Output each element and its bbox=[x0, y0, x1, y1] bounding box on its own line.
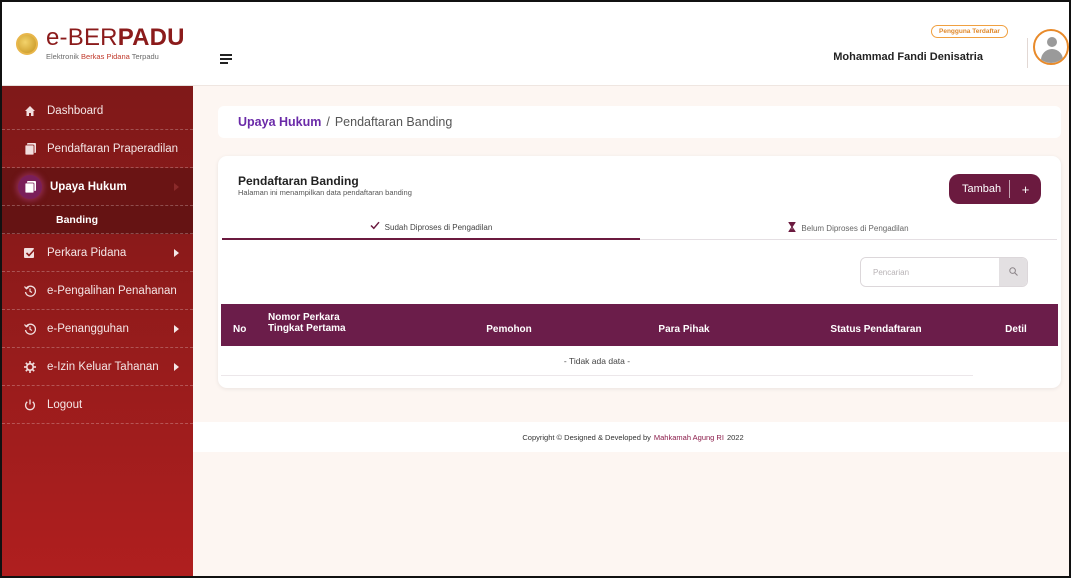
brand-subtitle-part1: Elektronik bbox=[46, 52, 82, 61]
chevron-right-icon bbox=[174, 362, 179, 371]
sidebar-menu: Dashboard Pendaftaran Praperadilan Upaya… bbox=[2, 92, 193, 424]
column-header-no: No bbox=[233, 323, 247, 335]
footer-copyright: Copyright © Designed & Developed by bbox=[522, 432, 651, 442]
power-icon bbox=[24, 399, 36, 411]
sidebar-item-label: e-Pengalihan Penahanan bbox=[47, 284, 177, 297]
breadcrumb-separator: / bbox=[326, 115, 330, 129]
document-icon bbox=[18, 174, 42, 199]
page-title: Pendaftaran Banding bbox=[238, 174, 359, 188]
check-icon bbox=[370, 221, 380, 233]
tab-label: Belum Diproses di Pengadilan bbox=[801, 223, 909, 233]
footer-year: 2022 bbox=[726, 432, 744, 442]
sidebar-item-pendaftaran-praperadilan[interactable]: Pendaftaran Praperadilan bbox=[2, 130, 193, 168]
hourglass-icon bbox=[788, 221, 796, 235]
registration-card: Pendaftaran Banding Halaman ini menampil… bbox=[218, 156, 1061, 388]
sidebar-item-label: Upaya Hukum bbox=[50, 180, 127, 193]
tab-sudah-diproses[interactable]: Sudah Diproses di Pengadilan bbox=[222, 216, 640, 240]
avatar[interactable] bbox=[1033, 29, 1069, 65]
table-header: No Nomor Perkara Tingkat Pertama Pemohon… bbox=[221, 304, 1058, 346]
avatar-body bbox=[1041, 49, 1063, 63]
column-header-status: Status Pendaftaran bbox=[830, 323, 922, 335]
sidebar-item-perkara-pidana[interactable]: Perkara Pidana bbox=[2, 234, 193, 272]
column-header-nomor-line1: Nomor Perkara bbox=[268, 312, 340, 323]
hamburger-menu-icon[interactable] bbox=[220, 54, 232, 64]
chevron-right-icon bbox=[174, 324, 179, 333]
breadcrumb-parent-link[interactable]: Upaya Hukum bbox=[238, 115, 321, 129]
sidebar-item-label: Dashboard bbox=[47, 104, 104, 117]
sidebar-item-e-izin-keluar-tahanan[interactable]: e-Izin Keluar Tahanan bbox=[2, 348, 193, 386]
sidebar-item-upaya-hukum[interactable]: Upaya Hukum bbox=[2, 168, 193, 206]
user-role-badge: Pengguna Terdaftar bbox=[931, 25, 1008, 38]
page-subtitle: Halaman ini menampilkan data pendaftaran… bbox=[238, 188, 412, 197]
home-icon bbox=[24, 105, 36, 117]
avatar-head bbox=[1047, 37, 1057, 47]
brand-title: e-BERPADU bbox=[46, 26, 185, 50]
tab-belum-diproses[interactable]: Belum Diproses di Pengadilan bbox=[640, 216, 1057, 240]
column-header-detil: Detil bbox=[1005, 323, 1027, 335]
tab-label: Sudah Diproses di Pengadilan bbox=[384, 222, 493, 232]
sidebar-subitem-banding[interactable]: Banding bbox=[2, 206, 193, 234]
chevron-right-icon bbox=[174, 182, 179, 191]
sidebar-item-dashboard[interactable]: Dashboard bbox=[2, 92, 193, 130]
sidebar-item-label: Banding bbox=[56, 213, 98, 226]
sidebar: e-BERPADU Elektronik Berkas Pidana Terpa… bbox=[2, 2, 193, 576]
court-logo-icon bbox=[16, 32, 38, 55]
sidebar-item-e-penangguhan[interactable]: e-Penangguhan bbox=[2, 310, 193, 348]
history-icon bbox=[24, 323, 36, 335]
breadcrumb: Upaya Hukum / Pendaftaran Banding bbox=[218, 106, 1061, 138]
add-button[interactable]: Tambah + bbox=[949, 174, 1041, 204]
sidebar-item-logout[interactable]: Logout bbox=[2, 386, 193, 424]
chevron-right-icon bbox=[174, 248, 179, 257]
sidebar-item-label: e-Izin Keluar Tahanan bbox=[47, 360, 159, 373]
topbar: Pengguna Terdaftar Mohammad Fandi Denisa… bbox=[193, 2, 1069, 86]
document-icon bbox=[24, 142, 36, 155]
gear-icon bbox=[24, 360, 36, 373]
plus-icon: + bbox=[1021, 181, 1030, 197]
search-icon bbox=[1008, 263, 1018, 281]
brand-title-prefix: e-BER bbox=[46, 24, 118, 51]
brand[interactable]: e-BERPADU Elektronik Berkas Pidana Terpa… bbox=[2, 2, 193, 86]
header-divider bbox=[1027, 38, 1028, 68]
add-button-label: Tambah bbox=[962, 183, 1002, 195]
table-empty-row: - Tidak ada data - bbox=[221, 346, 973, 376]
search-input[interactable] bbox=[861, 258, 1001, 286]
search-button[interactable] bbox=[999, 258, 1027, 286]
brand-subtitle: Elektronik Berkas Pidana Terpadu bbox=[46, 52, 185, 61]
column-header-nomor-line2: Tingkat Pertama bbox=[268, 323, 346, 334]
footer: Copyright © Designed & Developed by Mahk… bbox=[193, 422, 1069, 452]
column-header-nomor-perkara: Nomor Perkara Tingkat Pertama bbox=[268, 302, 388, 344]
column-header-para-pihak: Para Pihak bbox=[658, 323, 710, 335]
check-box-icon bbox=[24, 247, 36, 259]
search-box bbox=[860, 257, 1028, 287]
sidebar-item-label: e-Penangguhan bbox=[47, 322, 129, 335]
sidebar-item-label: Pendaftaran Praperadilan bbox=[47, 142, 179, 155]
brand-title-bold: PADU bbox=[117, 24, 185, 51]
history-icon bbox=[24, 285, 36, 297]
status-tabs: Sudah Diproses di Pengadilan Belum Dipro… bbox=[222, 216, 1057, 240]
column-header-pemohon: Pemohon bbox=[486, 323, 532, 335]
app-frame: e-BERPADU Elektronik Berkas Pidana Terpa… bbox=[0, 0, 1071, 578]
brand-subtitle-red: Berkas Pidana bbox=[81, 52, 130, 61]
brand-subtitle-part2: Terpadu bbox=[129, 52, 159, 61]
breadcrumb-current: Pendaftaran Banding bbox=[334, 115, 453, 129]
sidebar-item-e-pengalihan-penahanan[interactable]: e-Pengalihan Penahanan bbox=[2, 272, 193, 310]
brand-text: e-BERPADU Elektronik Berkas Pidana Terpa… bbox=[46, 26, 185, 62]
footer-org-link[interactable]: Mahkamah Agung RI bbox=[654, 433, 724, 442]
sidebar-item-label: Logout bbox=[47, 398, 83, 411]
sidebar-item-label: Perkara Pidana bbox=[47, 246, 127, 259]
username[interactable]: Mohammad Fandi Denisatria bbox=[833, 51, 983, 63]
registration-table: No Nomor Perkara Tingkat Pertama Pemohon… bbox=[221, 304, 1058, 376]
